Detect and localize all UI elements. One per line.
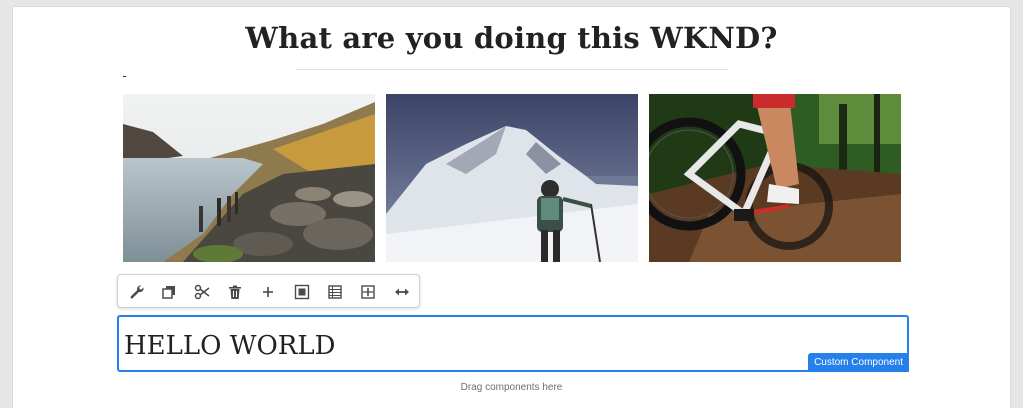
configure-wrench-icon[interactable] [128,283,146,301]
add-icon[interactable] [259,283,277,301]
mountain-bike-photo[interactable] [649,94,901,262]
group-icon[interactable] [293,283,311,301]
custom-component[interactable]: HELLO WORLD Custom Component [117,315,909,372]
cut-icon[interactable] [193,283,211,301]
delete-icon[interactable] [226,283,244,301]
mountain-bike-image [649,94,901,262]
component-toolbar [117,274,420,308]
mountain-climber-photo[interactable] [386,94,638,262]
insert-icon[interactable] [359,283,377,301]
component-text: HELLO WORLD [124,331,336,361]
drop-zone-hint[interactable]: Drag components here [0,382,1023,393]
text-caret-marker [123,76,126,77]
layout-icon[interactable] [326,283,344,301]
resize-icon[interactable] [393,283,411,301]
mountain-climber-image [386,94,638,262]
page-title[interactable]: What are you doing this WKND? [0,21,1023,55]
lake-hikers-photo[interactable] [123,94,375,262]
copy-icon[interactable] [160,283,178,301]
title-separator [296,69,728,70]
component-type-badge: Custom Component [808,353,909,372]
lake-hikers-image [123,94,375,262]
